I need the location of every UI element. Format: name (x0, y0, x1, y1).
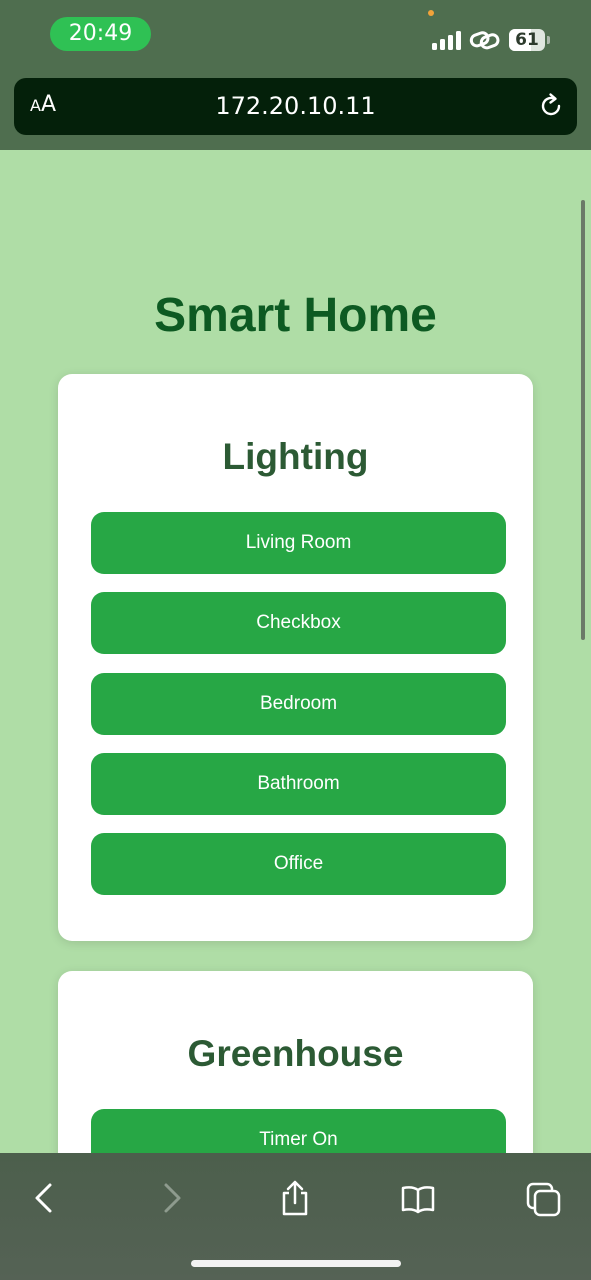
home-indicator (191, 1260, 401, 1267)
lighting-card: Lighting Living Room Checkbox Bedroom Ba… (58, 374, 533, 941)
share-icon[interactable] (277, 1179, 313, 1217)
link-icon (469, 31, 500, 50)
signal-icon (432, 31, 461, 50)
url-text[interactable]: 172.20.10.11 (14, 78, 577, 135)
office-button[interactable]: Office (91, 833, 506, 895)
status-bar: 20:49 61 AA 172.20.10.11 (0, 0, 591, 150)
status-time: 20:49 (50, 17, 151, 51)
living-room-button[interactable]: Living Room (91, 512, 506, 574)
bookmarks-icon[interactable] (400, 1179, 436, 1217)
battery-icon: 61 (509, 29, 551, 51)
checkbox-button[interactable]: Checkbox (91, 592, 506, 654)
lighting-title: Lighting (222, 436, 369, 477)
forward-arrow-icon[interactable] (154, 1179, 190, 1217)
battery-level: 61 (515, 30, 539, 50)
back-arrow-icon[interactable] (26, 1179, 62, 1217)
bedroom-button[interactable]: Bedroom (91, 673, 506, 735)
page-title: Smart Home (154, 289, 437, 342)
tabs-icon[interactable] (526, 1179, 562, 1217)
address-bar[interactable]: AA 172.20.10.11 (14, 78, 577, 135)
greenhouse-title: Greenhouse (187, 1033, 404, 1074)
privacy-indicator-dot (428, 10, 434, 16)
reload-icon[interactable] (537, 92, 565, 120)
bathroom-button[interactable]: Bathroom (91, 753, 506, 815)
scrollbar[interactable] (581, 200, 585, 640)
